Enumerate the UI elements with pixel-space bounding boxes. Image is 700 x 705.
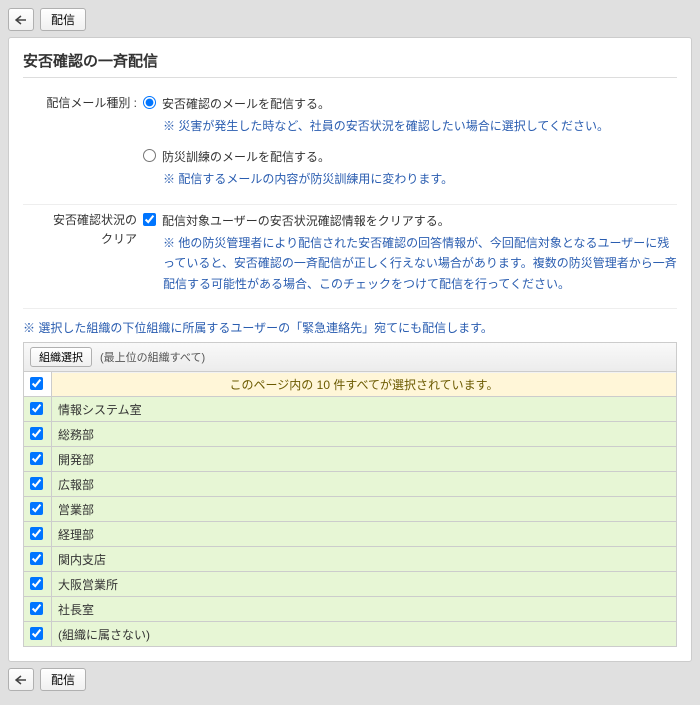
org-table: このページ内の 10 件すべてが選択されています。 情報システム室総務部開発部広… [23, 371, 677, 647]
bottom-toolbar: 配信 [8, 668, 692, 691]
row-name: 営業部 [52, 497, 677, 522]
arrow-left-icon [15, 675, 27, 685]
select-all-checkbox[interactable] [30, 377, 43, 390]
row-name: 関内支店 [52, 547, 677, 572]
row-name: (組織に属さない) [52, 622, 677, 647]
note-clear: ※ 他の防災管理者により配信された安否確認の回答情報が、今回配信対象となるユーザ… [163, 233, 677, 294]
radio-drill-input[interactable] [143, 149, 156, 162]
table-row: 社長室 [24, 597, 677, 622]
row-select-cell [24, 597, 52, 622]
row-select-cell [24, 497, 52, 522]
table-row: 大阪営業所 [24, 572, 677, 597]
org-select-button[interactable]: 組織選択 [30, 347, 92, 367]
row-name: 開発部 [52, 447, 677, 472]
table-row: 経理部 [24, 522, 677, 547]
field-clear: 安否確認状況のクリア 配信対象ユーザーの安否状況確認情報をクリアする。 ※ 他の… [23, 205, 677, 310]
row-name: 総務部 [52, 422, 677, 447]
checkbox-clear-label: 配信対象ユーザーの安否状況確認情報をクリアする。 [162, 211, 450, 231]
note-drill: ※ 配信するメールの内容が防災訓練用に変わります。 [163, 169, 677, 189]
row-select-cell [24, 472, 52, 497]
row-checkbox[interactable] [30, 627, 43, 640]
table-row: 関内支店 [24, 547, 677, 572]
table-row: (組織に属さない) [24, 622, 677, 647]
main-panel: 安否確認の一斉配信 配信メール種別 : 安否確認のメールを配信する。 ※ 災害が… [8, 37, 692, 662]
row-checkbox[interactable] [30, 577, 43, 590]
table-row: 営業部 [24, 497, 677, 522]
row-select-cell [24, 572, 52, 597]
table-row: 情報システム室 [24, 397, 677, 422]
radio-drill-label: 防災訓練のメールを配信する。 [162, 147, 330, 167]
row-checkbox[interactable] [30, 552, 43, 565]
table-row: 開発部 [24, 447, 677, 472]
row-name: 大阪営業所 [52, 572, 677, 597]
back-button[interactable] [8, 8, 34, 31]
radio-safety[interactable]: 安否確認のメールを配信する。 [143, 94, 677, 114]
row-checkbox[interactable] [30, 402, 43, 415]
checkbox-clear[interactable]: 配信対象ユーザーの安否状況確認情報をクリアする。 [143, 211, 677, 231]
row-name: 情報システム室 [52, 397, 677, 422]
row-checkbox[interactable] [30, 427, 43, 440]
label-clear: 安否確認状況のクリア [23, 211, 143, 295]
radio-safety-label: 安否確認のメールを配信する。 [162, 94, 330, 114]
row-checkbox[interactable] [30, 602, 43, 615]
table-row: 広報部 [24, 472, 677, 497]
row-select-cell [24, 522, 52, 547]
org-scope-label: (最上位の組織すべて) [100, 349, 205, 365]
row-select-cell [24, 397, 52, 422]
row-select-cell [24, 422, 52, 447]
row-select-cell [24, 447, 52, 472]
send-button-top[interactable]: 配信 [40, 8, 86, 31]
page-title: 安否確認の一斉配信 [23, 50, 677, 78]
row-checkbox[interactable] [30, 527, 43, 540]
note-safety: ※ 災害が発生した時など、社員の安否状況を確認したい場合に選択してください。 [163, 116, 677, 136]
row-select-cell [24, 547, 52, 572]
checkbox-clear-input[interactable] [143, 213, 156, 226]
top-toolbar: 配信 [8, 8, 692, 31]
org-header-row: このページ内の 10 件すべてが選択されています。 [24, 372, 677, 397]
back-button-bottom[interactable] [8, 668, 34, 691]
row-name: 社長室 [52, 597, 677, 622]
radio-drill[interactable]: 防災訓練のメールを配信する。 [143, 147, 677, 167]
banner-cell: このページ内の 10 件すべてが選択されています。 [52, 372, 677, 397]
row-checkbox[interactable] [30, 477, 43, 490]
label-mail-type: 配信メール種別 : [23, 94, 143, 190]
org-toolbar: 組織選択 (最上位の組織すべて) [23, 342, 677, 371]
hint-suborg: ※ 選択した組織の下位組織に所属するユーザーの「緊急連絡先」宛てにも配信します。 [23, 319, 677, 336]
row-checkbox[interactable] [30, 502, 43, 515]
row-checkbox[interactable] [30, 452, 43, 465]
table-row: 総務部 [24, 422, 677, 447]
row-select-cell [24, 622, 52, 647]
radio-safety-input[interactable] [143, 96, 156, 109]
send-button-bottom[interactable]: 配信 [40, 668, 86, 691]
row-name: 経理部 [52, 522, 677, 547]
field-mail-type: 配信メール種別 : 安否確認のメールを配信する。 ※ 災害が発生した時など、社員… [23, 88, 677, 205]
arrow-left-icon [15, 15, 27, 25]
row-name: 広報部 [52, 472, 677, 497]
